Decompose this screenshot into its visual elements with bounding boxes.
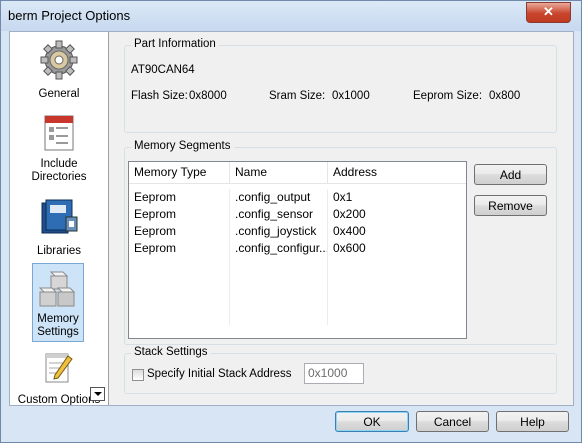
cell-name: .config_configur...	[230, 240, 328, 257]
cell-address: 0x1	[333, 190, 353, 204]
flash-size-value: 0x8000	[189, 90, 227, 102]
sidebar-item-label: Include Directories	[31, 158, 87, 183]
table-row-empty	[129, 291, 466, 308]
cell-address: 0x200	[333, 207, 366, 221]
table-row-empty	[129, 274, 466, 291]
notepad-pencil-icon	[45, 353, 73, 383]
sidebar-item-libraries[interactable]: Libraries	[13, 197, 105, 259]
options-sidebar: General Include Directories Libraries Me…	[10, 32, 109, 405]
title-bar[interactable]: berm Project Options ✕	[1, 1, 581, 31]
window-title: berm Project Options	[8, 8, 131, 23]
sram-size-value: 0x1000	[332, 90, 370, 102]
eeprom-size-label: Eeprom Size:	[413, 90, 483, 102]
help-button[interactable]: Help	[496, 411, 569, 432]
sidebar-item-general[interactable]: General	[13, 38, 105, 106]
cell-memory-type: Eeprom	[129, 240, 230, 257]
table-row-empty	[129, 257, 466, 274]
sidebar-item-include-directories[interactable]: Include Directories	[13, 114, 105, 186]
sidebar-item-label: Memory Settings	[37, 313, 79, 338]
gear-icon	[40, 40, 78, 80]
ok-button[interactable]: OK	[335, 411, 409, 432]
column-header-address[interactable]: Address	[328, 162, 459, 183]
cell-address: 0x400	[333, 224, 366, 238]
add-segment-button[interactable]: Add	[474, 164, 547, 185]
sidebar-item-label: General	[38, 88, 80, 100]
memory-segments-table[interactable]: Memory Type Name Address Eeprom .config_…	[128, 161, 467, 339]
cell-memory-type: Eeprom	[129, 206, 230, 223]
cell-address: 0x600	[333, 241, 366, 255]
table-row[interactable]: Eeprom .config_configur... 0x600	[129, 240, 466, 257]
table-header: Memory Type Name Address	[129, 162, 466, 184]
remove-segment-button[interactable]: Remove	[474, 195, 547, 216]
close-button[interactable]: ✕	[526, 2, 571, 23]
include-directories-icon	[44, 115, 74, 151]
specify-stack-address-checkbox[interactable]	[132, 369, 144, 381]
column-header-memory-type[interactable]: Memory Type	[129, 162, 230, 183]
table-row[interactable]: Eeprom .config_sensor 0x200	[129, 206, 466, 223]
close-icon: ✕	[543, 4, 554, 19]
libraries-icon	[41, 199, 78, 234]
part-name: AT90CAN64	[131, 64, 195, 76]
column-header-name[interactable]: Name	[230, 162, 328, 183]
stack-settings-label: Stack Settings	[131, 346, 211, 358]
sidebar-item-label: Libraries	[36, 245, 82, 257]
memory-blocks-icon	[38, 271, 76, 307]
specify-stack-address-label[interactable]: Specify Initial Stack Address	[147, 368, 291, 380]
sidebar-item-memory-settings[interactable]: Memory Settings	[32, 263, 84, 342]
stack-address-input[interactable]: 0x1000	[304, 363, 364, 384]
cell-name: .config_output	[230, 189, 328, 206]
memory-segments-label: Memory Segments	[131, 140, 234, 152]
table-row[interactable]: Eeprom .config_joystick 0x400	[129, 223, 466, 240]
cell-name: .config_sensor	[230, 206, 328, 223]
part-information-group: Part Information	[124, 38, 557, 133]
cell-memory-type: Eeprom	[129, 189, 230, 206]
project-options-window: berm Project Options ✕ General Include D…	[0, 0, 582, 443]
sram-size-label: Sram Size:	[269, 90, 326, 102]
sidebar-scroll-down-button[interactable]	[90, 387, 105, 401]
cell-memory-type: Eeprom	[129, 223, 230, 240]
cancel-button[interactable]: Cancel	[416, 411, 489, 432]
part-information-label: Part Information	[131, 38, 219, 50]
table-row[interactable]: Eeprom .config_output 0x1	[129, 189, 466, 206]
cell-name: .config_joystick	[230, 223, 328, 240]
flash-size-label: Flash Size:	[131, 90, 188, 102]
table-row-empty	[129, 308, 466, 325]
eeprom-size-value: 0x800	[489, 90, 521, 102]
